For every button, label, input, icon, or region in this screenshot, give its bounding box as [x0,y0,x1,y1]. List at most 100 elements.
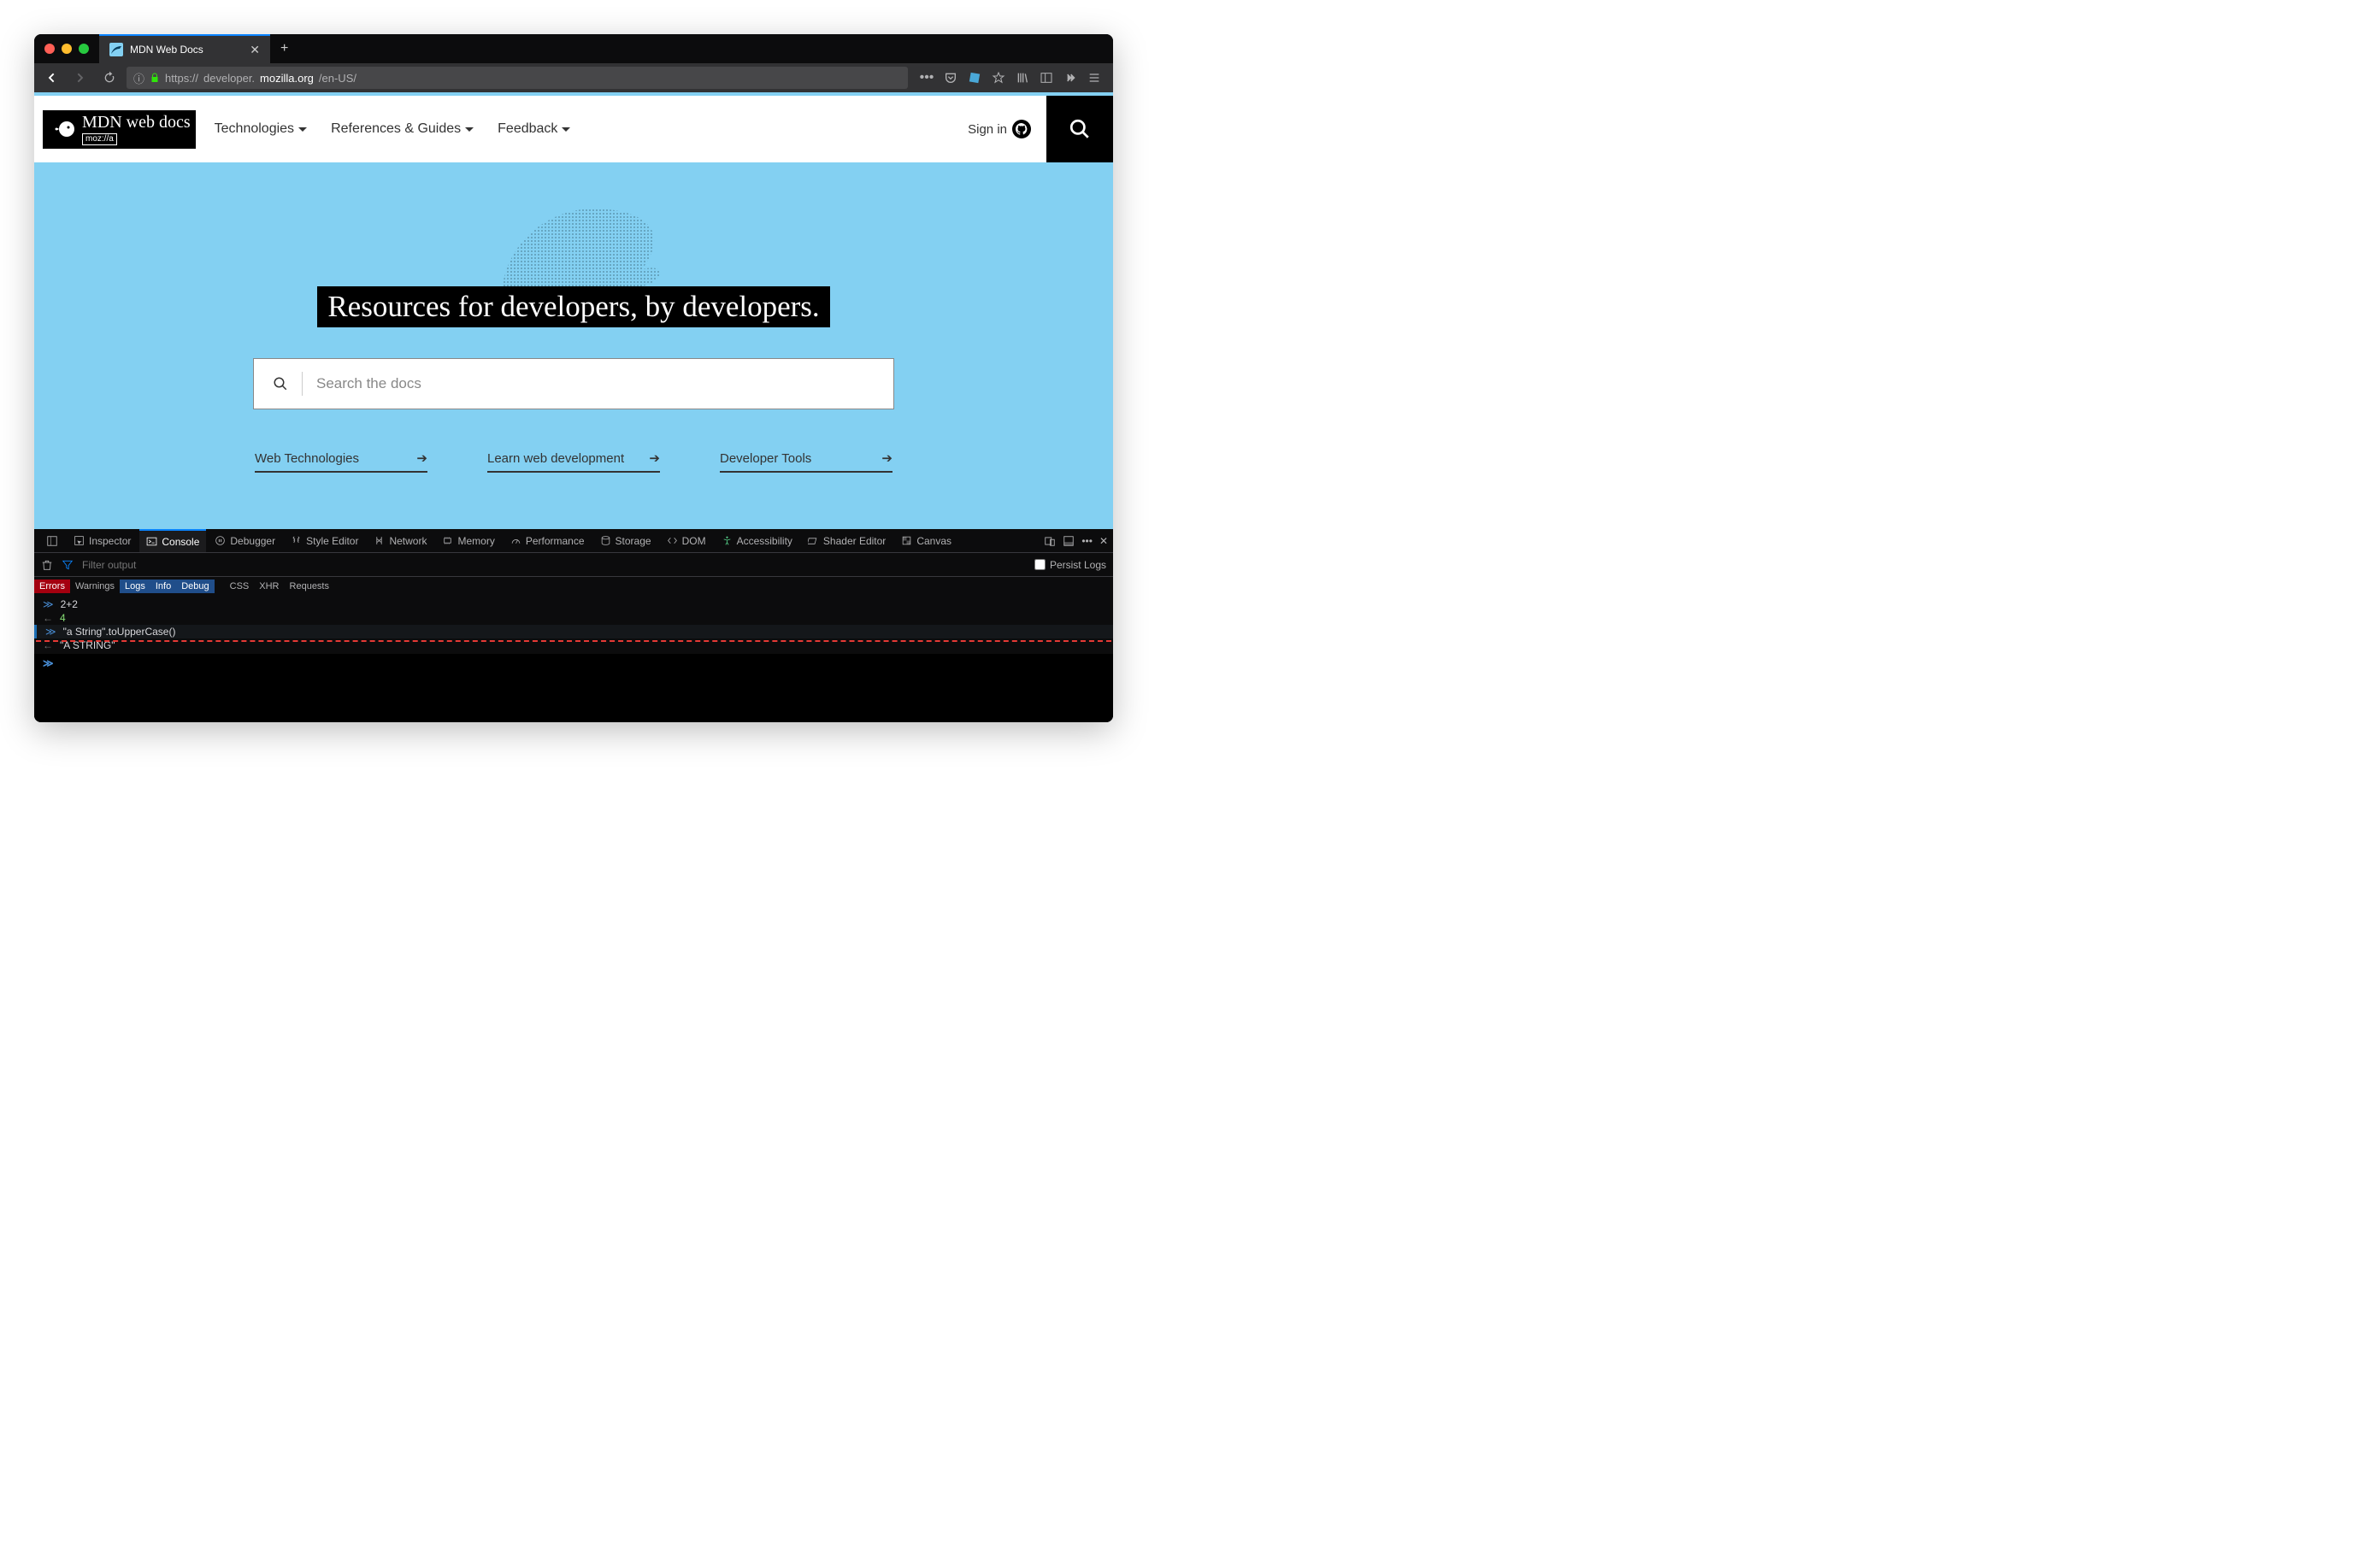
forward-button[interactable] [68,66,92,90]
filter-logs[interactable]: Logs [120,579,150,593]
header-search-button[interactable] [1046,96,1113,162]
logo-text-sub: moz://a [82,133,117,145]
console-command: 2+2 [61,598,78,610]
nav-label: Feedback [498,121,557,137]
filter-requests[interactable]: Requests [285,579,334,593]
info-icon[interactable]: ⓘ [133,70,144,86]
header-right: Sign in [952,96,1113,162]
devtools-tab-style-editor[interactable]: Style Editor [284,529,365,552]
sign-in-label: Sign in [968,122,1007,137]
overflow-icon[interactable] [1060,66,1081,90]
toolbar-right-icons: ••• [913,66,1108,90]
close-window-button[interactable] [44,44,55,54]
reload-button[interactable] [97,66,121,90]
console-output: ≫ 2+2 ←4 ≫"a String".toUpperCase() ←"A ST… [34,596,1113,654]
arrow-right-icon: ➔ [416,450,427,466]
tabs-row: MDN Web Docs ✕ + [99,34,1113,63]
tab-close-button[interactable]: ✕ [250,43,260,57]
filter-css[interactable]: CSS [225,579,255,593]
devtools-close-button[interactable]: ✕ [1099,535,1108,547]
devtools-menu-icon[interactable]: ••• [1081,535,1093,547]
persist-logs-label: Persist Logs [1050,559,1106,571]
chevron-down-icon [465,127,474,132]
devtools-tab-console[interactable]: Console [139,529,206,552]
devtools-tab-performance[interactable]: Performance [504,529,592,552]
console-output-row: ←"A STRING" [34,638,1113,652]
quick-link-label: Learn web development [487,451,624,466]
primary-nav: Technologies References & Guides Feedbac… [215,121,571,137]
divider [302,372,303,396]
console-input-row: ≫"a String".toUpperCase() [34,625,1113,638]
url-host: mozilla.org [260,72,314,85]
filter-info[interactable]: Info [150,579,176,593]
devtools-tab-inspector[interactable]: Inspector [67,529,138,552]
nav-technologies[interactable]: Technologies [215,121,307,137]
arrow-right-icon: ➔ [649,450,660,466]
url-bar[interactable]: ⓘ https://developer.mozilla.org/en-US/ [127,67,908,89]
sidebar-icon[interactable] [1036,66,1057,90]
quick-link-label: Web Technologies [255,451,359,466]
minimize-window-button[interactable] [62,44,72,54]
quick-link-devtools[interactable]: Developer Tools➔ [720,450,892,473]
console-filter-input[interactable] [82,559,1026,571]
devtools-tab-bar: Inspector Console Debugger Style Editor … [34,529,1113,553]
devtools-tab-canvas[interactable]: Canvas [894,529,958,552]
site-header: MDN web docs moz://a Technologies Refere… [34,96,1113,162]
devtools-tab-storage[interactable]: Storage [593,529,658,552]
clear-console-button[interactable] [41,559,53,571]
filter-xhr[interactable]: XHR [254,579,284,593]
devtools-tab-debugger[interactable]: Debugger [208,529,282,552]
tab-label: Storage [616,535,651,547]
devtools-tab-network[interactable]: Network [367,529,433,552]
new-tab-button[interactable]: + [270,41,298,56]
bookmark-star-icon[interactable] [988,66,1009,90]
nav-references-guides[interactable]: References & Guides [331,121,474,137]
tab-label: Shader Editor [823,535,886,547]
maximize-window-button[interactable] [79,44,89,54]
devtools-dock-icon[interactable] [1063,535,1075,547]
filter-warnings[interactable]: Warnings [70,579,120,593]
url-prehost: developer. [203,72,255,85]
tab-label: Style Editor [306,535,358,547]
persist-logs-checkbox[interactable] [1034,559,1046,570]
devtools-tab-accessibility[interactable]: Accessibility [715,529,799,552]
page-actions-icon[interactable]: ••• [916,66,937,90]
tab-label: Memory [457,535,494,547]
chevron-down-icon [298,127,307,132]
library-icon[interactable] [1012,66,1033,90]
devtools-iframe-picker[interactable] [39,529,65,552]
console-input-area[interactable]: ≫ [34,654,1113,722]
persist-logs-toggle[interactable]: Persist Logs [1034,559,1106,571]
hero-search-box[interactable] [253,358,894,409]
tab-title: MDN Web Docs [130,44,203,56]
nav-feedback[interactable]: Feedback [498,121,570,137]
nav-label: References & Guides [331,121,461,137]
hamburger-menu-icon[interactable] [1084,66,1105,90]
github-icon [1012,120,1031,138]
tab-label: Network [389,535,427,547]
quick-link-learn[interactable]: Learn web development ➔ [487,450,660,473]
tab-label: Canvas [916,535,951,547]
back-button[interactable] [39,66,63,90]
sign-in-button[interactable]: Sign in [952,120,1046,138]
input-chevron-icon: ≫ [43,598,54,610]
browser-tab[interactable]: MDN Web Docs ✕ [99,34,270,63]
extension-icon[interactable] [964,66,985,90]
url-path: /en-US/ [319,72,356,85]
devtools-rdm-icon[interactable] [1044,535,1056,547]
filter-icon[interactable] [62,559,74,571]
site-logo[interactable]: MDN web docs moz://a [43,110,196,149]
devtools-tab-shader-editor[interactable]: Shader Editor [801,529,892,552]
pocket-icon[interactable] [940,66,961,90]
logo-icon [48,115,77,144]
devtools-tab-dom[interactable]: DOM [660,529,713,552]
browser-window: MDN Web Docs ✕ + ⓘ https://developer.moz… [34,34,1113,722]
console-output-row: ←4 [34,611,1113,625]
search-icon [273,376,288,391]
devtools-tab-memory[interactable]: Memory [435,529,501,552]
tab-label: Console [162,536,199,548]
filter-debug[interactable]: Debug [176,579,214,593]
filter-errors[interactable]: Errors [34,579,70,593]
hero-search-input[interactable] [316,375,875,392]
quick-link-web-technologies[interactable]: Web Technologies ➔ [255,450,427,473]
